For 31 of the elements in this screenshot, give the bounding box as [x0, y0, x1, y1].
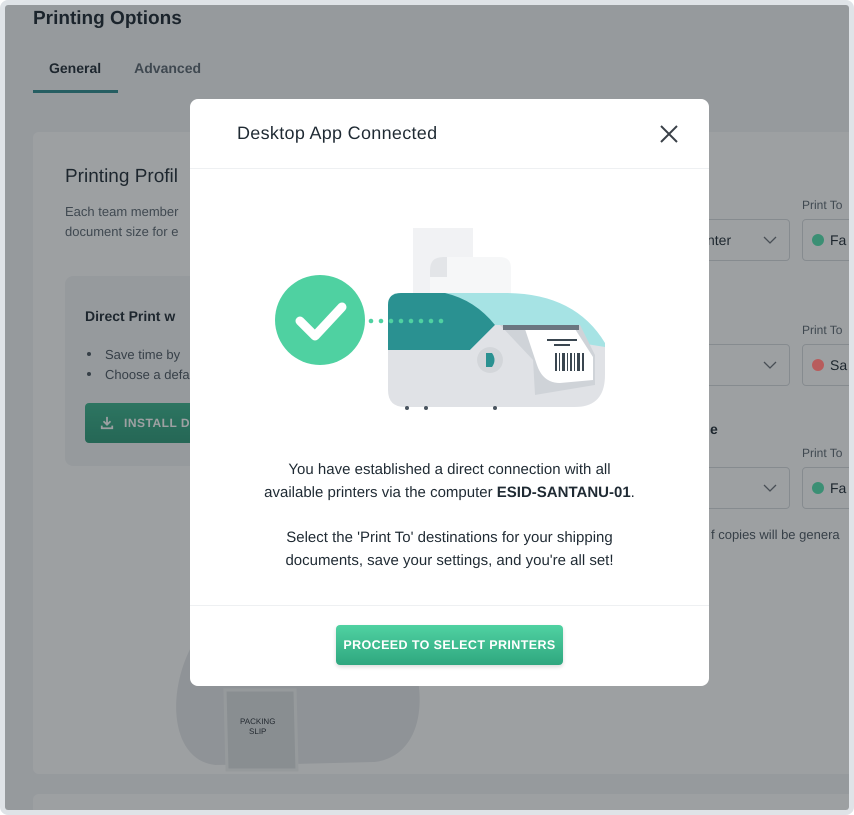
message-text: Select the 'Print To' destinations for your shipping documents, save your settings, and you're all set!: [284, 528, 615, 571]
bullet-text: Choose a defa: [105, 366, 190, 382]
note-text: f copies will be genera: [711, 527, 841, 542]
chevron-down-icon: [763, 236, 777, 244]
packing-slip-label: PACKING SLIP: [240, 717, 276, 737]
message-text: You have established a direct connection with all available printers via the computer ESID-SANTANU-01.: [264, 460, 636, 503]
description-text: Each team member: [65, 203, 180, 221]
field-label: Print To: [802, 198, 844, 212]
modal-title: Desktop App Connected: [237, 123, 438, 144]
bullet-icon: [87, 372, 91, 376]
print-to-dropdown[interactable]: Sa: [802, 344, 849, 386]
close-icon[interactable]: [660, 124, 678, 142]
section-title: Printing Profil: [65, 166, 179, 188]
description-text: document size for e: [65, 223, 180, 241]
tab[interactable]: General: [33, 60, 118, 93]
printer-name: Sa: [830, 357, 848, 373]
chevron-down-icon: [763, 484, 777, 492]
download-icon: [100, 416, 114, 430]
print-to-dropdown[interactable]: Fa: [802, 219, 849, 261]
bullet-text: Save time by: [105, 346, 180, 362]
bullet-icon: [87, 352, 91, 356]
print-to-dropdown[interactable]: Fa: [802, 467, 849, 509]
printer-name: Fa: [830, 480, 846, 496]
section-heading: e: [710, 421, 719, 437]
panel-title: Direct Print w: [85, 308, 176, 324]
tab[interactable]: Advanced: [118, 60, 218, 93]
field-label: Print To: [802, 323, 844, 337]
chevron-down-icon: [763, 361, 777, 369]
printer-name: Fa: [830, 232, 846, 248]
field-label: Print To: [802, 446, 844, 460]
page-title: Printing Options: [32, 7, 183, 30]
